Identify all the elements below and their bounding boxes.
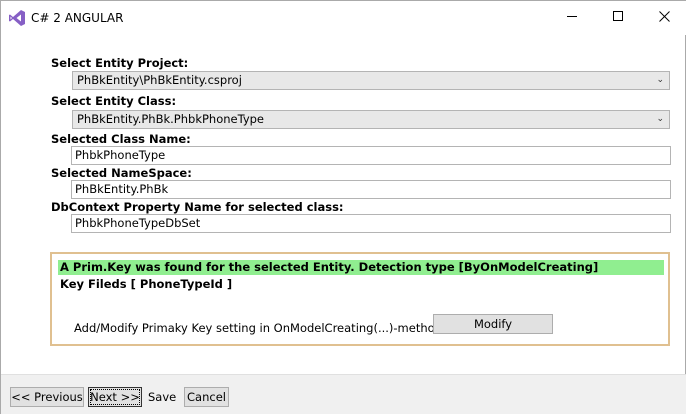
window-title: C# 2 ANGULAR bbox=[31, 11, 124, 25]
primary-key-panel: A Prim.Key was found for the selected En… bbox=[50, 252, 670, 346]
class-name-label: Selected Class Name: bbox=[51, 132, 191, 146]
visual-studio-icon bbox=[8, 9, 26, 27]
minimize-icon bbox=[566, 11, 578, 25]
close-icon bbox=[658, 11, 670, 25]
entity-project-select[interactable]: PhBkEntity\PhBkEntity.csproj ⌄ bbox=[72, 71, 670, 90]
close-button[interactable] bbox=[641, 1, 686, 35]
chevron-down-icon: ⌄ bbox=[656, 75, 664, 85]
namespace-label: Selected NameSpace: bbox=[51, 166, 192, 180]
modify-button[interactable]: Modify bbox=[433, 314, 553, 334]
dbcontext-property-field[interactable]: PhbkPhoneTypeDbSet bbox=[71, 214, 671, 233]
previous-button[interactable]: << Previous bbox=[10, 387, 84, 407]
minimize-button[interactable] bbox=[549, 1, 595, 35]
class-name-field[interactable]: PhbkPhoneType bbox=[71, 146, 671, 165]
maximize-button[interactable] bbox=[595, 1, 641, 35]
dbcontext-property-label: DbContext Property Name for selected cla… bbox=[51, 200, 344, 214]
entity-project-value: PhBkEntity\PhBkEntity.csproj bbox=[77, 73, 242, 87]
save-label: Save bbox=[148, 390, 177, 404]
cancel-button[interactable]: Cancel bbox=[184, 387, 229, 407]
maximize-icon bbox=[612, 11, 624, 25]
next-button[interactable]: Next >> bbox=[88, 387, 142, 407]
wizard-footer: << Previous Next >> Save Cancel bbox=[1, 374, 686, 414]
key-fields-text: Key Fileds [ PhoneTypeId ] bbox=[60, 277, 233, 291]
chevron-down-icon: ⌄ bbox=[656, 114, 664, 124]
wizard-window: C# 2 ANGULAR Select Entity Project: PhBk… bbox=[0, 0, 686, 414]
entity-class-select[interactable]: PhBkEntity.PhBk.PhbkPhoneType ⌄ bbox=[72, 110, 670, 129]
modify-hint-text: Add/Modify Primaky Key setting in OnMode… bbox=[74, 321, 442, 335]
entity-project-label: Select Entity Project: bbox=[51, 56, 189, 70]
entity-class-label: Select Entity Class: bbox=[51, 94, 177, 108]
title-bar[interactable]: C# 2 ANGULAR bbox=[1, 1, 686, 35]
primary-key-found-message: A Prim.Key was found for the selected En… bbox=[58, 260, 664, 275]
entity-class-value: PhBkEntity.PhBk.PhbkPhoneType bbox=[77, 112, 265, 126]
namespace-field[interactable]: PhBkEntity.PhBk bbox=[71, 180, 671, 199]
